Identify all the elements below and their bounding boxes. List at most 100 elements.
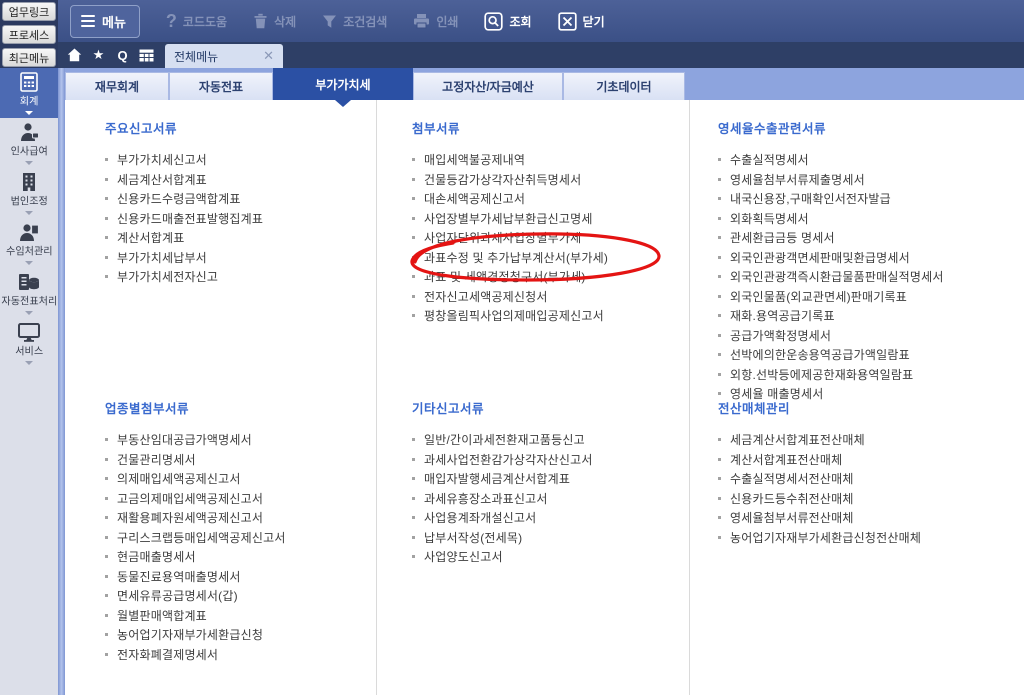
delete-button[interactable]: 삭제 [253, 13, 296, 30]
recent-menu-button[interactable]: 최근메뉴 [2, 48, 56, 67]
menu-item-link[interactable]: 세금계산서합계표 [117, 171, 207, 188]
menu-item[interactable]: 외항.선박등에제공한재화용역일람표 [718, 365, 1024, 385]
menu-item-link[interactable]: 사업장별부가세납부환급신고명세 [424, 210, 593, 227]
tab-fixed-asset-budget[interactable]: 고정자산/자금예산 [413, 72, 563, 100]
menu-item[interactable]: 계산서합계표전산매체 [718, 450, 1024, 470]
sidebar-item-corporate-adjust[interactable]: 법인조정 [0, 168, 58, 218]
menu-item-link[interactable]: 사업양도신고서 [424, 548, 503, 565]
menu-item[interactable]: 부가가치세신고서 [105, 150, 376, 170]
tab-base-data[interactable]: 기초데이터 [563, 72, 685, 100]
menu-item[interactable]: 월별판매액합계표 [105, 606, 376, 626]
menu-item[interactable]: 건물관리명세서 [105, 450, 376, 470]
tab-vat[interactable]: 부가가치세 [273, 68, 413, 100]
menu-item-link[interactable]: 공급가액확정명세서 [730, 327, 831, 344]
menu-item-link[interactable]: 사업용계좌개설신고서 [424, 509, 536, 526]
menu-item-link[interactable]: 농어업기자재부가세환급신청전산매체 [730, 529, 921, 546]
menu-item-link[interactable]: 계산서합계표 [117, 229, 184, 246]
menu-item-link[interactable]: 신용카드수령금액합계표 [117, 190, 241, 207]
menu-item[interactable]: 세금계산서합계표전산매체 [718, 430, 1024, 450]
menu-item[interactable]: 고금의제매입세액공제신고서 [105, 489, 376, 509]
menu-item[interactable]: 농어업기자재부가세환급신청 [105, 625, 376, 645]
tab-auto-voucher[interactable]: 자동전표 [169, 72, 273, 100]
menu-item[interactable]: 부가가치세납부서 [105, 248, 376, 268]
menu-item-link[interactable]: 신용카드등수취전산매체 [730, 490, 854, 507]
menu-item-link[interactable]: 과표수정 및 추가납부계산서(부가세) [424, 249, 608, 266]
menu-item-link[interactable]: 평창올림픽사업의제매입공제신고서 [424, 307, 604, 324]
menu-item-link[interactable]: 과표 및 세액경정청구서(부가세) [424, 268, 586, 285]
menu-item-link[interactable]: 전자신고세액공제신청서 [424, 288, 548, 305]
print-button[interactable]: 인쇄 [413, 13, 458, 30]
home-icon[interactable] [64, 45, 85, 65]
menu-item-link[interactable]: 수출실적명세서전산매체 [730, 470, 854, 487]
menu-item[interactable]: 사업장별부가세납부환급신고명세 [412, 209, 689, 229]
menu-item[interactable]: 외국인관광객면세판매및환급명세서 [718, 248, 1024, 268]
tab-financial-accounting[interactable]: 재무회계 [65, 72, 169, 100]
menu-item-link[interactable]: 부가가치세전자신고 [117, 268, 218, 285]
menu-item-link[interactable]: 수출실적명세서 [730, 151, 809, 168]
menu-item-link[interactable]: 부가가치세신고서 [117, 151, 207, 168]
close-button[interactable]: 닫기 [558, 12, 605, 31]
menu-item[interactable]: 수출실적명세서 [718, 150, 1024, 170]
menu-item[interactable]: 영세율첨부서류전산매체 [718, 508, 1024, 528]
menu-item[interactable]: 과표수정 및 추가납부계산서(부가세) [412, 248, 689, 268]
menu-item-link[interactable]: 재화.용역공급기록표 [730, 307, 835, 324]
tab-close-icon[interactable]: ✕ [263, 48, 274, 64]
menu-item-link[interactable]: 외국인관광객면세판매및환급명세서 [730, 249, 910, 266]
menu-item-link[interactable]: 외국인관광객즉시환급물품판매실적명세서 [730, 268, 944, 285]
worklink-button[interactable]: 업무링크 [2, 2, 56, 21]
menu-item[interactable]: 의제매입세액공제신고서 [105, 469, 376, 489]
menu-item-link[interactable]: 과세사업전환감가상각자산신고서 [424, 451, 593, 468]
menu-item[interactable]: 부동산임대공급가액명세서 [105, 430, 376, 450]
sidebar-item-client-mgmt[interactable]: 수임처관리 [0, 218, 58, 268]
menu-item[interactable]: 현금매출명세서 [105, 547, 376, 567]
menu-item-link[interactable]: 건물등감가상각자산취득명세서 [424, 171, 581, 188]
menu-item[interactable]: 부가가치세전자신고 [105, 267, 376, 287]
menu-item[interactable]: 선박에의한운송용역공급가액일람표 [718, 345, 1024, 365]
menu-item[interactable]: 농어업기자재부가세환급신청전산매체 [718, 528, 1024, 548]
recent-docs-icon[interactable] [136, 45, 157, 65]
menu-item[interactable]: 매입세액불공제내역 [412, 150, 689, 170]
sidebar-item-accounting[interactable]: 회계 [0, 68, 58, 118]
sidebar-item-service[interactable]: 서비스 [0, 318, 58, 368]
menu-item-link[interactable]: 면세유류공급명세서(갑) [117, 587, 238, 604]
menu-item-link[interactable]: 외화획득명세서 [730, 210, 809, 227]
menu-item[interactable]: 사업자단위과세사업장별부가세 [412, 228, 689, 248]
menu-item-link[interactable]: 선박에의한운송용역공급가액일람표 [730, 346, 910, 363]
menu-item-link[interactable]: 매입자발행세금계산서합계표 [424, 470, 570, 487]
menu-item[interactable]: 매입자발행세금계산서합계표 [412, 469, 689, 489]
condition-search-button[interactable]: 조건검색 [322, 13, 387, 30]
menu-item-link[interactable]: 세금계산서합계표전산매체 [730, 431, 865, 448]
menu-item-link[interactable]: 일반/간이과세전환재고품등신고 [424, 431, 585, 448]
menu-item-link[interactable]: 외국인물품(외교관면세)판매기록표 [730, 288, 907, 305]
menu-item-link[interactable]: 과세유흥장소과표신고서 [424, 490, 548, 507]
menu-item[interactable]: 전자화폐결제명세서 [105, 645, 376, 665]
menu-item-link[interactable]: 내국신용장,구매확인서전자발급 [730, 190, 891, 207]
menu-item-link[interactable]: 건물관리명세서 [117, 451, 196, 468]
menu-item-link[interactable]: 의제매입세액공제신고서 [117, 470, 241, 487]
search-q-icon[interactable]: Q [112, 45, 133, 65]
menu-item[interactable]: 외국인관광객즉시환급물품판매실적명세서 [718, 267, 1024, 287]
menu-item-link[interactable]: 신용카드매출전표발행집계표 [117, 210, 263, 227]
code-help-button[interactable]: ? 코드도움 [166, 12, 227, 30]
menu-item-link[interactable]: 부동산임대공급가액명세서 [117, 431, 252, 448]
menu-item[interactable]: 공급가액확정명세서 [718, 326, 1024, 346]
menu-item-link[interactable]: 현금매출명세서 [117, 548, 196, 565]
process-button[interactable]: 프로세스 [2, 25, 56, 44]
menu-item[interactable]: 건물등감가상각자산취득명세서 [412, 170, 689, 190]
menu-item[interactable]: 관세환급금등 명세서 [718, 228, 1024, 248]
menu-item[interactable]: 수출실적명세서전산매체 [718, 469, 1024, 489]
menu-item[interactable]: 과세사업전환감가상각자산신고서 [412, 450, 689, 470]
open-document-tab[interactable]: 전체메뉴 ✕ [165, 44, 283, 68]
menu-item[interactable]: 신용카드매출전표발행집계표 [105, 209, 376, 229]
menu-item-link[interactable]: 구리스크랩등매입세액공제신고서 [117, 529, 286, 546]
menu-item-link[interactable]: 외항.선박등에제공한재화용역일람표 [730, 366, 913, 383]
menu-item[interactable]: 외화획득명세서 [718, 209, 1024, 229]
menu-item[interactable]: 재화.용역공급기록표 [718, 306, 1024, 326]
menu-item-link[interactable]: 전자화폐결제명세서 [117, 646, 218, 663]
menu-item-link[interactable]: 농어업기자재부가세환급신청 [117, 626, 263, 643]
menu-item[interactable]: 과세유흥장소과표신고서 [412, 489, 689, 509]
menu-item[interactable]: 신용카드수령금액합계표 [105, 189, 376, 209]
sidebar-item-auto-voucher[interactable]: 자동전표처리 [0, 268, 58, 318]
menu-item-link[interactable]: 관세환급금등 명세서 [730, 229, 835, 246]
menu-item[interactable]: 대손세액공제신고서 [412, 189, 689, 209]
